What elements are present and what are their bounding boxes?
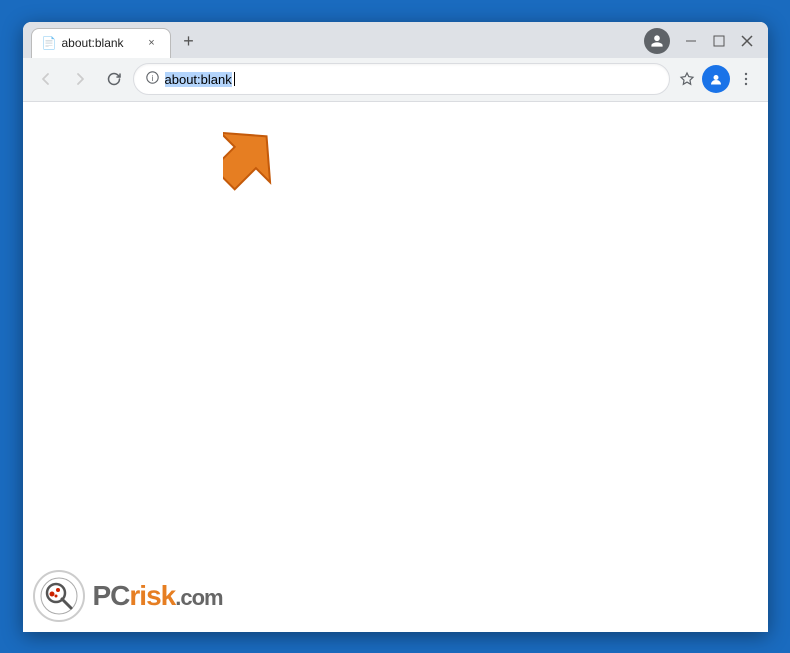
info-icon: i — [146, 71, 159, 87]
pcrisk-brand-text: PCrisk.com — [93, 580, 223, 612]
risk-text: risk — [129, 580, 175, 611]
dot-com-text: .com — [175, 585, 222, 610]
browser-window: 📄 about:blank × + — [23, 22, 768, 632]
arrow-annotation — [223, 114, 303, 194]
bookmark-button[interactable] — [674, 66, 700, 92]
window-controls — [644, 28, 760, 54]
tab-title: about:blank — [62, 36, 138, 50]
minimize-button[interactable] — [678, 28, 704, 54]
text-cursor — [234, 72, 235, 86]
pcrisk-logo-icon — [33, 570, 85, 622]
chrome-account-button[interactable] — [702, 65, 730, 93]
forward-button[interactable] — [65, 64, 95, 94]
page-content: PCrisk.com — [23, 102, 768, 632]
address-bar[interactable]: i about:blank — [133, 63, 670, 95]
address-selected-text: about:blank — [165, 72, 232, 87]
profile-button[interactable] — [644, 28, 670, 54]
active-tab[interactable]: 📄 about:blank × — [31, 28, 171, 58]
nav-right-buttons — [674, 65, 760, 93]
navigation-bar: i about:blank — [23, 58, 768, 102]
maximize-button[interactable] — [706, 28, 732, 54]
address-text-area: about:blank — [165, 72, 657, 87]
pcrisk-watermark: PCrisk.com — [33, 570, 223, 622]
refresh-button[interactable] — [99, 64, 129, 94]
title-bar: 📄 about:blank × + — [23, 22, 768, 58]
chrome-menu-button[interactable] — [732, 65, 760, 93]
pc-text: PC — [93, 580, 130, 611]
svg-text:i: i — [151, 74, 153, 83]
tab-favicon: 📄 — [42, 36, 56, 50]
new-tab-button[interactable]: + — [175, 28, 203, 56]
back-button[interactable] — [31, 64, 61, 94]
close-button[interactable] — [734, 28, 760, 54]
tab-close-button[interactable]: × — [144, 35, 160, 51]
